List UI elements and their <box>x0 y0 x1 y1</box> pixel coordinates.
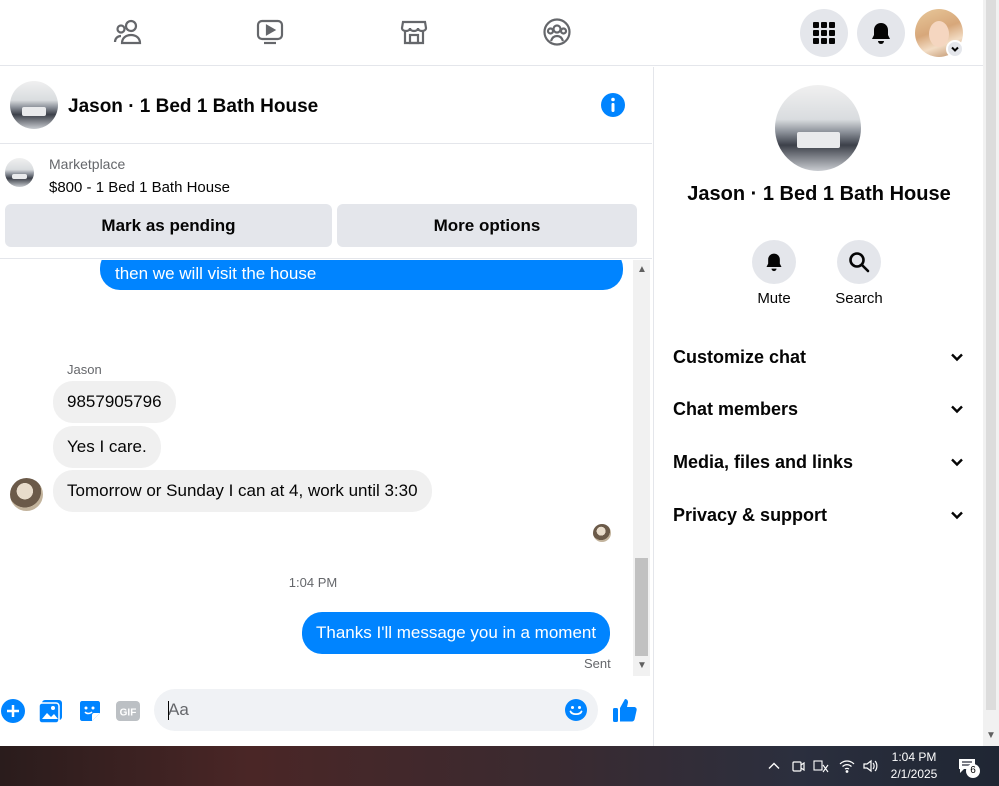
svg-text:GIF: GIF <box>120 708 137 719</box>
top-navigation <box>0 0 983 66</box>
marketplace-icon[interactable] <box>397 15 431 49</box>
language-icon[interactable] <box>813 758 829 774</box>
chevron-down-icon <box>951 511 963 520</box>
scroll-up-icon[interactable]: ▲ <box>637 264 647 275</box>
chat-scrollbar[interactable]: ▲ ▼ <box>633 260 650 676</box>
menu-grid-button[interactable] <box>800 9 848 57</box>
chevron-down-icon <box>951 458 963 467</box>
add-plus-icon[interactable] <box>0 698 26 724</box>
section-customize-chat[interactable]: Customize chat <box>673 339 965 375</box>
wifi-icon[interactable] <box>839 758 855 774</box>
section-chat-members[interactable]: Chat members <box>673 391 965 427</box>
message-composer: GIF <box>0 680 652 742</box>
text-caret <box>168 701 169 720</box>
chat-header: Jason · 1 Bed 1 Bath House <box>0 67 652 144</box>
chevron-down-icon <box>951 353 963 362</box>
message-input-wrapper <box>154 689 598 731</box>
section-label: Privacy & support <box>673 504 828 525</box>
marketplace-listing-bar: Marketplace $800 - 1 Bed 1 Bath House Ma… <box>0 145 652 259</box>
conversation-info-panel: Jason · 1 Bed 1 Bath House Mute Search C… <box>653 67 983 746</box>
mute-label: Mute <box>757 290 791 307</box>
sticker-icon[interactable] <box>77 698 103 724</box>
seen-indicator-avatar <box>593 524 611 542</box>
photo-icon[interactable] <box>38 698 64 724</box>
message-text: then we will visit the house <box>115 264 317 283</box>
sender-avatar[interactable] <box>10 478 43 511</box>
groups-icon[interactable] <box>540 15 574 49</box>
message-outgoing: Thanks I'll message you in a moment <box>302 612 611 654</box>
listing-small-thumbnail[interactable] <box>5 158 34 187</box>
scroll-down-icon[interactable]: ▼ <box>637 660 647 671</box>
marketplace-label: Marketplace <box>49 156 126 172</box>
chevron-down-icon[interactable] <box>946 40 964 58</box>
message-incoming: Tomorrow or Sunday I can at 4, work unti… <box>53 470 432 512</box>
menu-grid-icon <box>813 22 835 44</box>
chevron-down-icon <box>951 405 963 414</box>
section-label: Customize chat <box>673 346 807 367</box>
mark-as-pending-button[interactable]: Mark as pending <box>5 204 332 247</box>
message-outgoing: then we will visit the house <box>100 260 623 290</box>
message-text: Yes I care. <box>67 437 147 456</box>
bell-icon <box>872 23 890 44</box>
window-scrollbar[interactable]: ▼ <box>983 0 999 746</box>
mute-button[interactable]: Mute <box>734 240 814 307</box>
conversation-photo[interactable] <box>775 85 861 171</box>
meet-now-icon[interactable] <box>790 758 806 774</box>
message-timestamp: 1:04 PM <box>288 575 338 590</box>
search-label: Search <box>835 290 883 307</box>
bell-icon <box>766 253 782 272</box>
message-text: Thanks I'll message you in a moment <box>316 623 597 642</box>
clock[interactable]: 1:04 PM 2/1/2025 <box>884 749 944 783</box>
section-media-files-links[interactable]: Media, files and links <box>673 444 965 480</box>
friends-icon[interactable] <box>111 15 145 49</box>
message-text: 9857905796 <box>67 392 162 411</box>
section-label: Media, files and links <box>673 451 854 472</box>
section-label: Chat members <box>673 398 799 419</box>
chevron-up-icon[interactable] <box>766 758 782 774</box>
search-icon <box>849 252 870 273</box>
more-options-button[interactable]: More options <box>337 204 637 247</box>
volume-icon[interactable] <box>862 758 878 774</box>
search-button[interactable]: Search <box>819 240 899 307</box>
section-privacy-support[interactable]: Privacy & support <box>673 497 965 533</box>
watch-icon[interactable] <box>253 15 287 49</box>
scroll-down-icon[interactable]: ▼ <box>986 730 996 741</box>
window-scroll-thumb[interactable] <box>986 0 996 710</box>
message-incoming: Yes I care. <box>53 426 161 468</box>
sender-name: Jason <box>67 362 102 377</box>
scroll-thumb[interactable] <box>635 558 648 656</box>
listing-thumbnail[interactable] <box>10 81 58 129</box>
message-incoming: 9857905796 <box>53 381 176 423</box>
gif-icon[interactable]: GIF <box>115 698 141 724</box>
listing-title[interactable]: $800 - 1 Bed 1 Bath House <box>49 179 230 196</box>
emoji-icon[interactable] <box>564 698 588 722</box>
message-text: Tomorrow or Sunday I can at 4, work unti… <box>67 481 418 500</box>
clock-date: 2/1/2025 <box>890 767 938 781</box>
notification-count-badge: 6 <box>966 764 980 778</box>
info-icon[interactable] <box>600 92 626 118</box>
windows-taskbar: 1:04 PM 2/1/2025 6 <box>0 746 999 786</box>
message-list: then we will visit the house Jason 98579… <box>0 260 632 676</box>
message-input[interactable] <box>168 689 548 731</box>
thumbs-up-icon[interactable] <box>611 696 639 724</box>
notifications-button[interactable] <box>857 9 905 57</box>
clock-time: 1:04 PM <box>891 750 937 764</box>
delivery-status: Sent <box>584 656 611 671</box>
chat-title[interactable]: Jason · 1 Bed 1 Bath House <box>68 96 318 118</box>
conversation-title: Jason · 1 Bed 1 Bath House <box>687 183 951 205</box>
